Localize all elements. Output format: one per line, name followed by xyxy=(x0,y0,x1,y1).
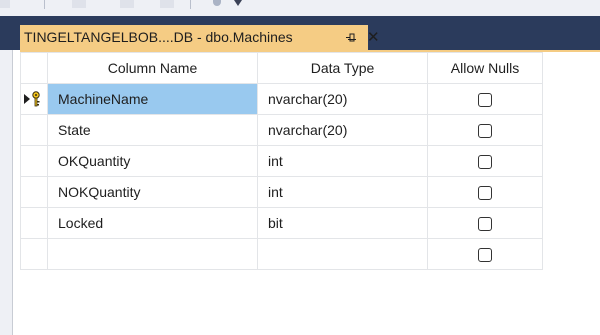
toolbar-button[interactable] xyxy=(120,0,134,8)
column-name-cell[interactable]: Locked xyxy=(47,207,258,239)
left-gutter xyxy=(0,50,12,335)
column-header-type[interactable]: Data Type xyxy=(257,52,428,84)
grid-header-row: Column Name Data Type Allow Nulls xyxy=(20,52,543,84)
toolbar-button[interactable] xyxy=(0,0,10,8)
current-row-arrow-icon xyxy=(24,94,30,104)
row-selector[interactable] xyxy=(20,114,48,146)
allow-nulls-cell[interactable] xyxy=(427,114,543,146)
row-selector[interactable] xyxy=(20,238,48,270)
data-type-cell[interactable]: int xyxy=(257,145,428,177)
toolbar-button[interactable] xyxy=(72,0,86,8)
table-row[interactable]: OKQuantity int xyxy=(20,145,543,177)
column-grid: Column Name Data Type Allow Nulls Machin… xyxy=(20,52,543,270)
data-type-cell[interactable] xyxy=(257,238,428,270)
new-row[interactable] xyxy=(20,238,543,270)
allow-nulls-checkbox[interactable] xyxy=(478,217,492,232)
allow-nulls-cell[interactable] xyxy=(427,145,543,177)
allow-nulls-cell[interactable] xyxy=(427,207,543,239)
primary-key-icon xyxy=(32,91,40,107)
data-type-cell[interactable]: bit xyxy=(257,207,428,239)
column-name-cell[interactable]: State xyxy=(47,114,258,146)
row-selector[interactable] xyxy=(20,176,48,208)
toolbar-separator xyxy=(44,0,45,9)
close-icon[interactable]: ✕ xyxy=(367,30,380,45)
column-name-cell[interactable]: OKQuantity xyxy=(47,145,258,177)
table-row[interactable]: MachineName nvarchar(20) xyxy=(20,83,543,115)
table-row[interactable]: State nvarchar(20) xyxy=(20,114,543,146)
pin-icon[interactable] xyxy=(345,32,357,44)
column-header-name[interactable]: Column Name xyxy=(47,52,258,84)
allow-nulls-checkbox[interactable] xyxy=(478,124,492,139)
chevron-down-icon[interactable] xyxy=(234,0,242,6)
allow-nulls-cell[interactable] xyxy=(427,238,543,270)
toolbar xyxy=(0,0,600,16)
tab-title: TINGELTANGELBOB....DB - dbo.Machines xyxy=(24,29,293,45)
allow-nulls-checkbox[interactable] xyxy=(478,186,492,201)
allow-nulls-cell[interactable] xyxy=(427,176,543,208)
tab-dbo-machines[interactable]: TINGELTANGELBOB....DB - dbo.Machines ✕ xyxy=(20,25,380,50)
allow-nulls-checkbox[interactable] xyxy=(478,248,492,263)
allow-nulls-checkbox[interactable] xyxy=(478,155,492,170)
column-header-allow-nulls[interactable]: Allow Nulls xyxy=(427,52,543,84)
column-name-cell[interactable] xyxy=(47,238,258,270)
column-name-cell[interactable]: MachineName xyxy=(47,83,258,115)
data-type-cell[interactable]: nvarchar(20) xyxy=(257,114,428,146)
row-selector[interactable] xyxy=(20,145,48,177)
data-type-cell[interactable]: int xyxy=(257,176,428,208)
data-type-cell[interactable]: nvarchar(20) xyxy=(257,83,428,115)
row-selector[interactable] xyxy=(20,207,48,239)
toolbar-separator xyxy=(190,0,191,9)
table-row[interactable]: Locked bit xyxy=(20,207,543,239)
allow-nulls-cell[interactable] xyxy=(427,83,543,115)
table-row[interactable]: NOKQuantity int xyxy=(20,176,543,208)
row-selector[interactable] xyxy=(20,83,48,115)
allow-nulls-checkbox[interactable] xyxy=(478,93,492,108)
row-selector-header xyxy=(20,52,48,84)
toolbar-icon[interactable] xyxy=(213,0,221,6)
toolbar-button[interactable] xyxy=(160,0,174,8)
column-name-cell[interactable]: NOKQuantity xyxy=(47,176,258,208)
